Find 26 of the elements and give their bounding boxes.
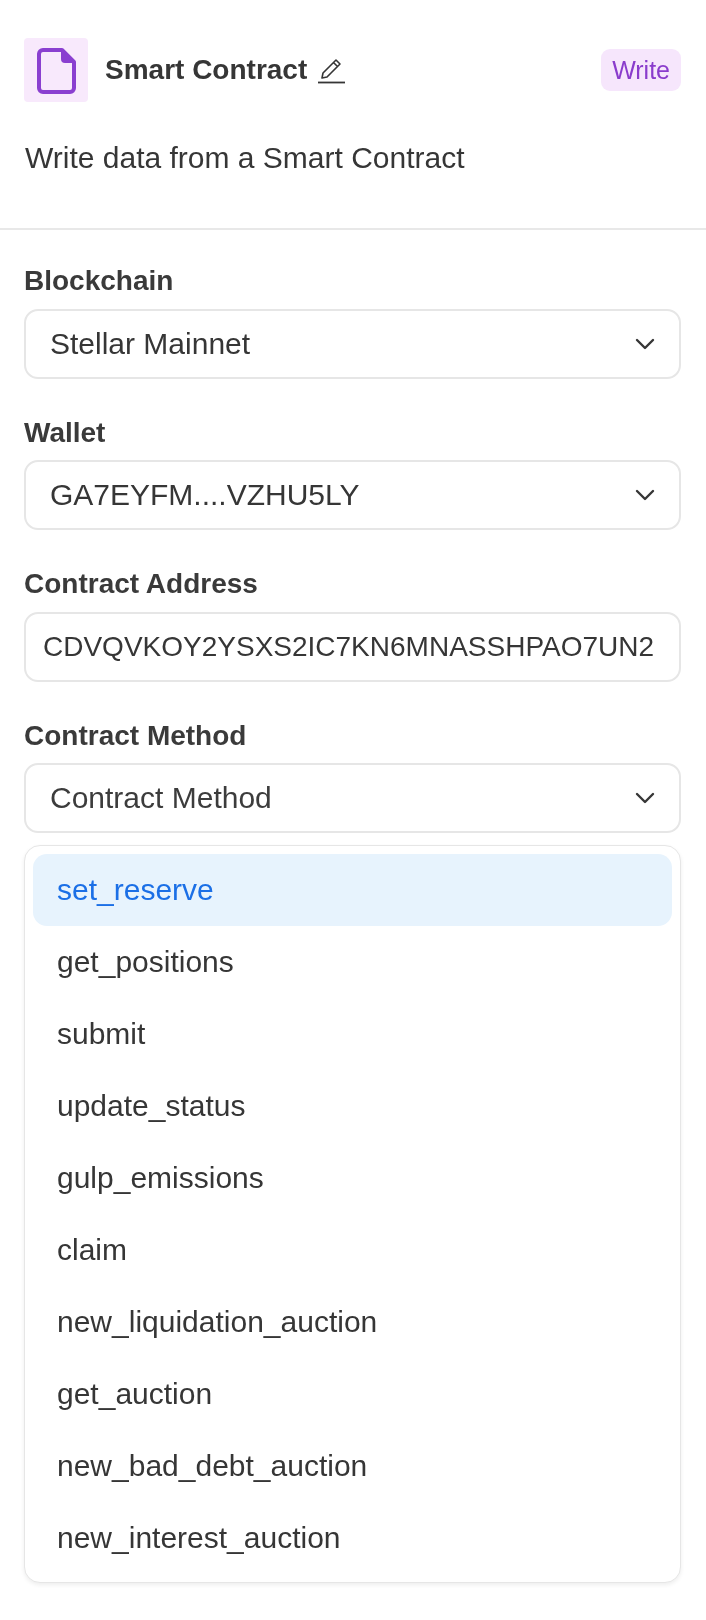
mode-badge: Write bbox=[601, 49, 681, 91]
chevron-down-icon bbox=[635, 337, 655, 350]
file-icon bbox=[24, 38, 88, 102]
menu-option[interactable]: new_interest_auction bbox=[33, 1502, 672, 1575]
menu-option[interactable]: get_auction bbox=[33, 1358, 672, 1431]
select-field[interactable]: Contract Method bbox=[24, 763, 681, 834]
select-field[interactable]: GA7EYFM....VZHU5LY bbox=[24, 460, 681, 531]
field-label: Wallet bbox=[24, 415, 107, 450]
field-label: Blockchain bbox=[24, 264, 175, 298]
field-label: Contract Method bbox=[24, 718, 248, 753]
chevron-down-icon bbox=[635, 792, 655, 805]
menu-option[interactable]: new_liquidation_auction bbox=[33, 1286, 672, 1359]
select-field[interactable]: Stellar Mainnet bbox=[24, 308, 681, 379]
field-label: Contract Address bbox=[24, 567, 259, 601]
menu-option[interactable]: get_positions bbox=[33, 926, 672, 999]
menu-option[interactable]: new_bad_debt_auction bbox=[33, 1430, 672, 1503]
menu-option[interactable]: gulp_emissions bbox=[33, 1142, 672, 1215]
pencil-icon[interactable] bbox=[318, 56, 346, 84]
menu-option[interactable]: update_status bbox=[33, 1070, 672, 1143]
input-field[interactable]: CDVQVKOY2YSXS2IC7KN6MNASSHPAO7UN2 bbox=[24, 611, 681, 682]
card-title: Smart Contract bbox=[105, 53, 308, 87]
menu-option[interactable]: submit bbox=[33, 998, 672, 1071]
menu-option[interactable]: claim bbox=[33, 1214, 672, 1287]
description-text: Write data from a Smart Contract bbox=[25, 140, 466, 176]
menu-option[interactable]: set_reserve bbox=[33, 854, 672, 927]
chevron-down-icon bbox=[635, 489, 655, 502]
